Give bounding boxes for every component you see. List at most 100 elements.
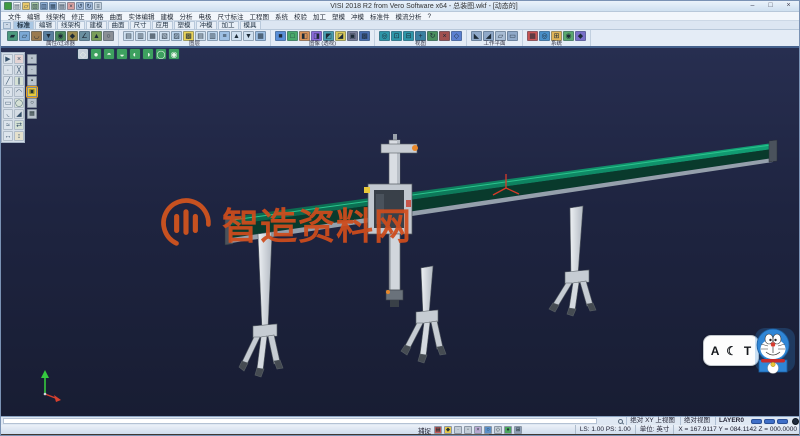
ime-moon-icon[interactable]: ☾ — [726, 345, 737, 357]
view-front-icon[interactable]: ◒ — [116, 48, 128, 60]
menu-item[interactable]: 模流分析 — [393, 11, 425, 21]
layer-visibility-icon[interactable]: ▦ — [147, 31, 158, 41]
ime-toolbar[interactable]: A☾T — [701, 326, 797, 374]
mirror-icon[interactable]: ⇄ — [14, 120, 24, 130]
new-file-icon[interactable]: ▤ — [13, 2, 21, 10]
menu-item[interactable]: 加工 — [310, 11, 329, 21]
texture-icon[interactable]: ◪ — [335, 31, 346, 41]
absolute-view-label[interactable]: 绝对视图 — [680, 417, 713, 425]
menu-item[interactable]: 网格 — [88, 11, 107, 21]
snap-active-icon[interactable]: ▣ — [27, 87, 37, 97]
view-right-icon[interactable]: ◑ — [142, 48, 154, 60]
ribbon-tab[interactable]: 线架构 — [57, 21, 85, 29]
layer-copy-icon[interactable]: ▤ — [195, 31, 206, 41]
import-icon[interactable]: ▧ — [31, 2, 39, 10]
trim-icon[interactable]: ╳ — [14, 65, 24, 75]
doraemon-mascot[interactable] — [745, 326, 797, 374]
highlight-filter-icon[interactable]: ▲ — [91, 31, 102, 41]
layer-current-icon[interactable]: ▩ — [183, 31, 194, 41]
dimension-icon[interactable]: ↕ — [14, 131, 24, 141]
ribbon-tab[interactable]: 加工 — [218, 21, 239, 29]
maximize-button[interactable]: □ — [764, 2, 777, 10]
chamfer-icon[interactable]: ◢ — [14, 109, 24, 119]
offset-icon[interactable]: ≈ — [3, 120, 13, 130]
globe-icon[interactable] — [792, 418, 799, 425]
snap-center-icon[interactable]: ○ — [27, 98, 37, 108]
view-mode-label[interactable]: 绝对 XY 上视图 — [626, 417, 678, 425]
background-icon[interactable]: ▩ — [359, 31, 370, 41]
system-calc-icon[interactable]: ⊞ — [551, 31, 562, 41]
ribbon-tab[interactable]: 标准 — [13, 21, 34, 29]
select-arrow-icon[interactable]: ▶ — [3, 54, 13, 64]
circle-icon[interactable]: ○ — [3, 87, 13, 97]
close-view-icon[interactable]: × — [439, 31, 450, 41]
attribute-copy-icon[interactable]: ▱ — [19, 31, 30, 41]
reset-filter-icon[interactable]: ○ — [103, 31, 114, 41]
gantry-leg-middle[interactable] — [401, 266, 446, 363]
view-dynamic-rotate-icon[interactable]: ◇ — [77, 48, 89, 60]
fillet-icon[interactable]: ◟ — [3, 109, 13, 119]
ribbon-tab[interactable]: 编辑 — [35, 21, 56, 29]
menu-item[interactable]: 曲面 — [107, 11, 126, 21]
units-readout[interactable]: 单位: 英寸 — [635, 425, 674, 434]
search-icon[interactable] — [617, 418, 624, 425]
zoom-previous-icon[interactable]: ⊟ — [403, 31, 414, 41]
ortho-clock-icon[interactable]: ● — [504, 426, 512, 434]
snap-highlight-icon[interactable]: ◆ — [444, 426, 452, 434]
command-input[interactable] — [3, 418, 597, 424]
snap-free-icon[interactable]: ▫ — [27, 54, 37, 64]
ribbon-tab[interactable]: 塑模 — [174, 21, 195, 29]
snap-endpoint-icon[interactable]: ∙ — [454, 426, 462, 434]
view-bottom-icon[interactable]: ◉ — [168, 48, 180, 60]
menu-item[interactable]: 文件 — [5, 11, 24, 21]
workplane-xz-icon[interactable]: ◢ — [483, 31, 494, 41]
zoom-window-icon[interactable]: ⊡ — [391, 31, 402, 41]
ribbon-tab[interactable]: 应用 — [152, 21, 173, 29]
layer-lock-icon[interactable]: ▥ — [207, 31, 218, 41]
shadow-icon[interactable]: ▣ — [347, 31, 358, 41]
layer-freeze-icon[interactable]: ▧ — [159, 31, 170, 41]
menu-item[interactable]: 修正 — [69, 11, 88, 21]
gantry-leg-left[interactable] — [239, 232, 283, 377]
active-layer-selector[interactable]: LAYER0 — [715, 417, 747, 425]
menu-item[interactable]: ? — [425, 13, 435, 20]
menu-item[interactable]: 系统 — [272, 11, 291, 21]
wireframe-render-icon[interactable]: □ — [287, 31, 298, 41]
system-globe-icon[interactable]: ◎ — [539, 31, 550, 41]
zoom-all-icon[interactable]: ◎ — [379, 31, 390, 41]
hidden-line-icon[interactable]: ◧ — [299, 31, 310, 41]
grid-display-icon[interactable]: ⊞ — [514, 426, 522, 434]
dynamic-view-icon[interactable]: ◇ — [451, 31, 462, 41]
menu-item[interactable]: 实体编辑 — [126, 11, 158, 21]
snap-quadrant-icon[interactable]: ◇ — [494, 426, 502, 434]
menu-item[interactable]: 分析 — [177, 11, 196, 21]
menu-item[interactable]: 冲模 — [348, 11, 367, 21]
snap-mid-icon[interactable]: ▪ — [27, 76, 37, 86]
workplane-reset-icon[interactable]: ▭ — [507, 31, 518, 41]
view-left-icon[interactable]: ◐ — [129, 48, 141, 60]
layer-move-icon[interactable]: ▨ — [171, 31, 182, 41]
menu-item[interactable]: 标准件 — [367, 11, 393, 21]
layer-up-icon[interactable]: ▲ — [231, 31, 242, 41]
erase-icon[interactable]: × — [14, 54, 24, 64]
ribbon-tab[interactable]: 冲模 — [196, 21, 217, 29]
view-top-icon[interactable]: ◓ — [103, 48, 115, 60]
workplane-custom-icon[interactable]: ▱ — [495, 31, 506, 41]
layer-list-icon[interactable]: ≡ — [219, 31, 230, 41]
customize-dropdown-icon[interactable]: ≡ — [94, 2, 102, 10]
selection-filter-icon[interactable]: ▼ — [43, 31, 54, 41]
ribbon-tab[interactable]: 尺寸 — [130, 21, 151, 29]
ribbon-collapse-button[interactable]: - — [3, 22, 11, 29]
system-database-icon[interactable]: ◆ — [575, 31, 586, 41]
parallel-line-icon[interactable]: ∥ — [14, 76, 24, 86]
menu-item[interactable]: 编辑 — [24, 11, 43, 21]
magnet-filter-icon[interactable]: ◡ — [31, 31, 42, 41]
layer-down-icon[interactable]: ▼ — [243, 31, 254, 41]
point-icon[interactable]: ∙ — [3, 65, 13, 75]
snap-grid-toggle-icon[interactable]: ▦ — [434, 426, 442, 434]
workplane-xy-icon[interactable]: ◣ — [471, 31, 482, 41]
save-icon[interactable]: ▥ — [40, 2, 48, 10]
rectangle-icon[interactable]: ▭ — [3, 98, 13, 108]
open-folder-icon[interactable]: ▱ — [22, 2, 30, 10]
ellipse-icon[interactable]: ◯ — [14, 98, 24, 108]
